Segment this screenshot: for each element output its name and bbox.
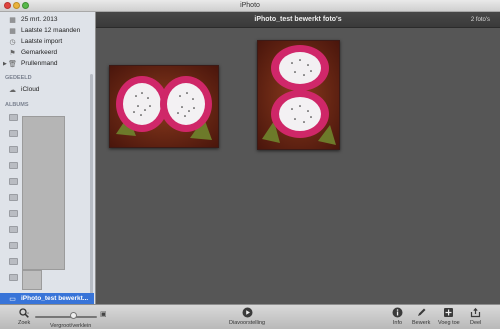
sidebar-item-label: Laatste 12 maanden [21,27,81,34]
album-icon[interactable] [9,242,18,249]
sidebar-item-label: Laatste import [21,38,63,45]
album-icon[interactable] [9,226,18,233]
title-bar: iPhoto [0,0,500,12]
photo-thumbnail[interactable] [109,65,219,148]
album-icon[interactable] [9,210,18,217]
sidebar-item-selected-album[interactable]: ▭ iPhoto_test bewerkt... [0,293,94,304]
sidebar-scrollbar[interactable] [90,74,93,300]
size-slider-track[interactable] [35,316,97,318]
small-thumbnail-icon: ▫ [27,311,30,317]
bottom-toolbar: Zoek ▫ ▣ Vergroot/verklein Diavoorstelli… [0,304,500,329]
info-button[interactable]: Info [392,307,403,326]
sidebar-item-last-import[interactable]: ◷ Laatste import [0,36,94,47]
album-title: iPhoto_test bewerkt foto's [254,16,342,23]
album-icon[interactable] [9,146,18,153]
section-heading-albums: ALBUMS [5,102,29,108]
info-label: Info [392,320,403,326]
add-to-button[interactable]: Voeg toe [438,307,460,326]
album-icon[interactable] [9,194,18,201]
sidebar-item-trash[interactable]: ▶ 🗑 Prullenmand [0,58,94,69]
sidebar-item-last-12-months[interactable]: ▦ Laatste 12 maanden [0,25,94,36]
plus-box-icon [443,307,454,318]
disclosure-triangle-icon[interactable]: ▶ [3,61,7,67]
calendar-icon: ▦ [9,27,16,35]
content-header: iPhoto_test bewerkt foto's 2 foto's [96,12,500,28]
album-icon[interactable] [9,178,18,185]
play-icon [242,307,253,318]
size-slider-group: ▫ ▣ [27,308,137,322]
calendar-icon: ▦ [9,16,16,24]
dragon-fruit-photo [110,66,218,147]
window-title: iPhoto [240,2,260,9]
sidebar-item-label: Prullenmand [21,60,58,67]
album-icon[interactable] [9,130,18,137]
redacted-album-names [22,116,65,270]
add-to-label: Voeg toe [438,320,460,326]
sidebar-item-label: 25 mrt. 2013 [21,16,58,23]
slideshow-button[interactable]: Diavoorstelling [229,307,265,326]
album-icon[interactable] [9,258,18,265]
sidebar-item-date[interactable]: ▦ 25 mrt. 2013 [0,14,94,25]
sidebar-item-flagged[interactable]: ⚑ Gemarkeerd [0,47,94,58]
info-icon [392,307,403,318]
sidebar-item-label: iPhoto_test bewerkt... [21,295,89,302]
album-icon[interactable] [9,162,18,169]
slideshow-label: Diavoorstelling [229,320,266,326]
section-heading-shared: GEDEELD [5,75,32,81]
clock-icon: ◷ [9,38,16,46]
cloud-icon: ☁ [9,86,16,94]
album-icon[interactable] [9,114,18,121]
pencil-icon [416,307,427,318]
dragon-fruit-photo [258,41,339,149]
size-slider-knob[interactable] [69,312,77,319]
large-thumbnail-icon: ▣ [100,311,107,318]
flag-icon: ⚑ [9,49,16,57]
sidebar: ▦ 25 mrt. 2013 ▦ Laatste 12 maanden ◷ La… [0,12,96,304]
sidebar-item-icloud[interactable]: ☁ iCloud [0,84,94,95]
photo-thumbnail[interactable] [257,40,340,150]
trash-icon: 🗑 [8,60,17,68]
share-icon [470,307,481,318]
size-slider-label: Vergroot/verklein [50,323,92,329]
share-button[interactable]: Deel [470,307,481,326]
sidebar-item-label: Gemarkeerd [21,49,58,56]
photo-count: 2 foto's [470,17,490,23]
album-icon: ▭ [9,295,16,303]
album-icon[interactable] [9,274,18,281]
share-label: Deel [470,320,482,326]
album-thumbnail [22,270,42,290]
edit-button[interactable]: Bewerk [412,307,430,326]
edit-label: Bewerk [412,320,431,326]
sidebar-item-label: iCloud [21,86,40,93]
